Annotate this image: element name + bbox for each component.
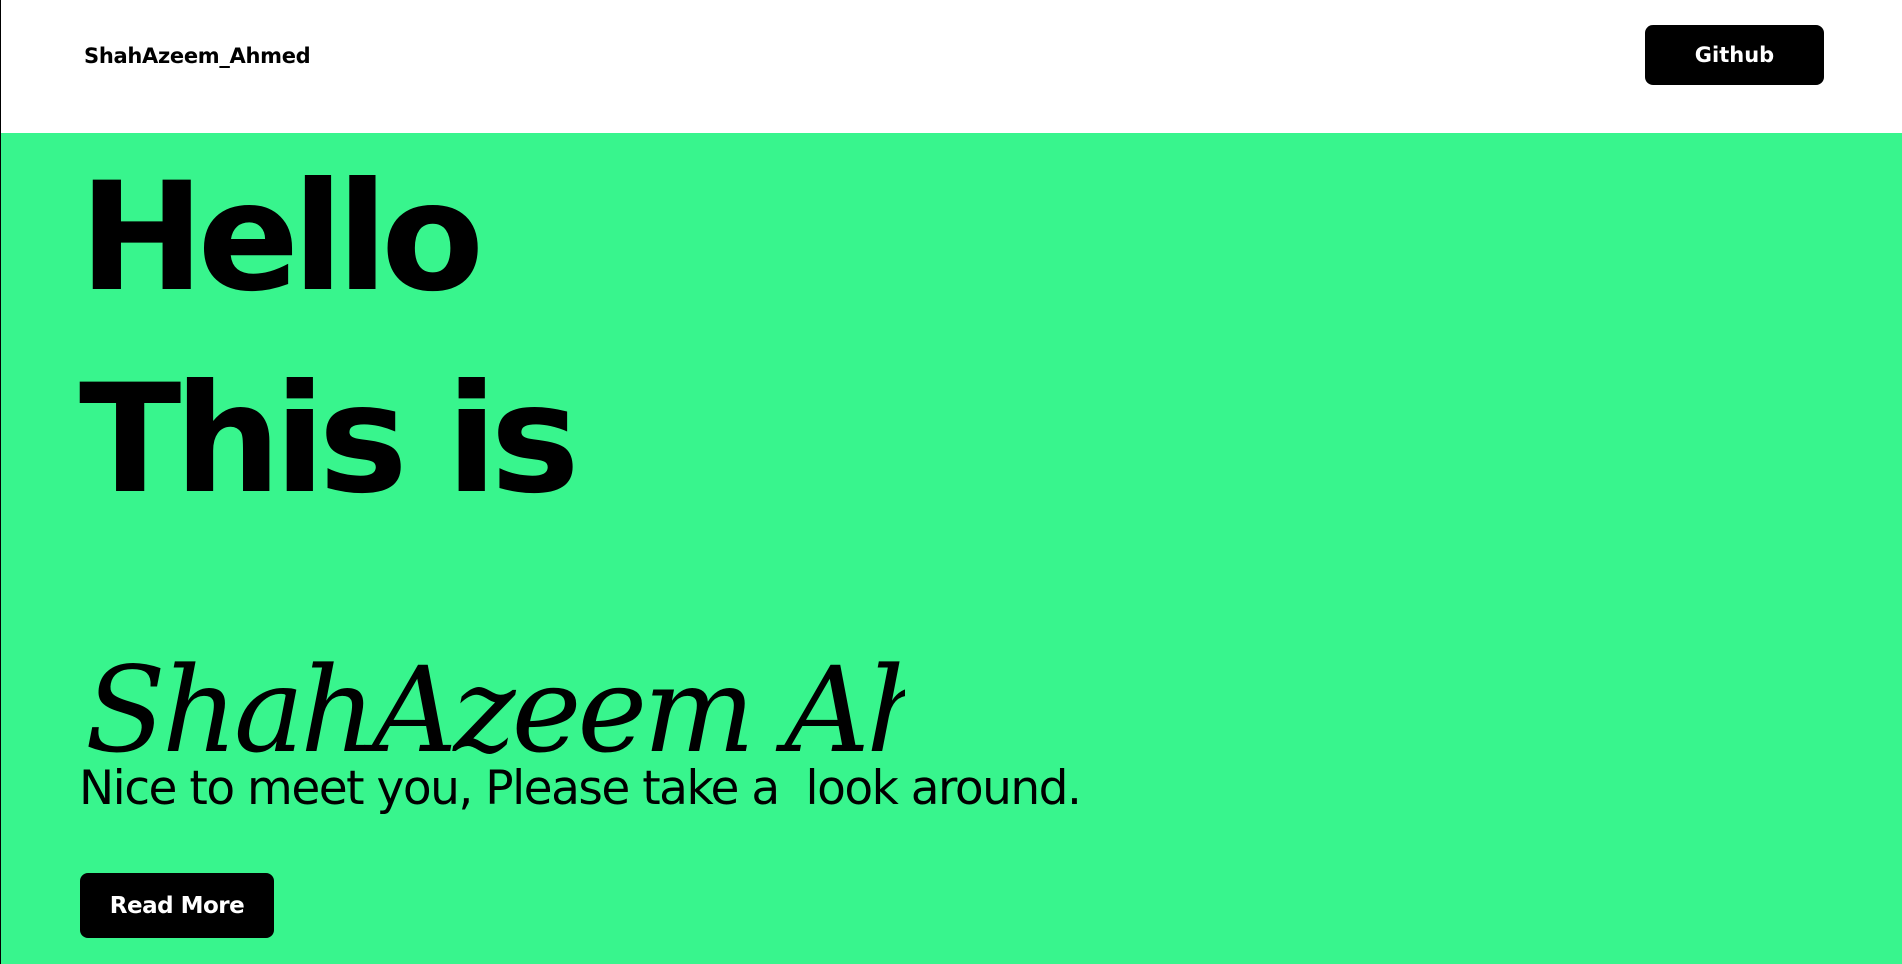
read-more-button[interactable]: Read More <box>80 873 274 938</box>
top-navbar: ShahAzeem_Ahmed Github <box>1 0 1902 133</box>
brand-name[interactable]: ShahAzeem_Ahmed <box>84 42 311 70</box>
signature-name: ShahAzeem Ahmed <box>85 641 905 779</box>
hero-section: Hello This is ShahAzeem Ahmed Nice to me… <box>1 133 1902 964</box>
hero-tagline: Nice to meet you, Please take a look aro… <box>79 761 1082 816</box>
page: ShahAzeem_Ahmed Github Hello This is Sha… <box>0 0 1902 964</box>
hero-intro: This is <box>79 353 580 527</box>
hero-greeting: Hello <box>79 151 484 325</box>
github-button[interactable]: Github <box>1645 25 1824 85</box>
